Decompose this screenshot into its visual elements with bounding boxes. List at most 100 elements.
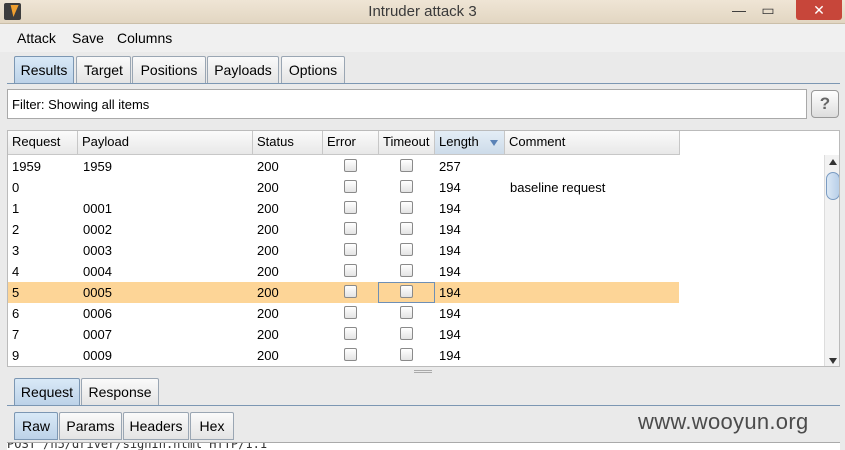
cell-length: 194: [439, 201, 461, 216]
filter-text: Filter: Showing all items: [12, 97, 150, 112]
error-checkbox[interactable]: [344, 243, 357, 256]
menu-attack[interactable]: Attack: [17, 30, 56, 46]
table-row[interactable]: 6 0006 200 194: [8, 303, 679, 324]
tab-positions[interactable]: Positions: [132, 56, 206, 84]
table-vertical-scrollbar[interactable]: [824, 155, 839, 366]
cell-payload: 0009: [83, 348, 112, 363]
table-row[interactable]: 7 0007 200 194: [8, 324, 679, 345]
timeout-checkbox[interactable]: [400, 159, 413, 172]
table-row[interactable]: 1959 1959 200 257: [8, 156, 679, 177]
watermark-text: www.wooyun.org: [638, 409, 809, 434]
focused-cell-outline: [378, 282, 435, 303]
cell-request: 3: [12, 243, 20, 258]
error-checkbox[interactable]: [344, 264, 357, 277]
cell-status: 200: [257, 159, 279, 174]
menu-bar: Attack Save Columns: [0, 24, 845, 52]
detail-tabs-divider: [7, 405, 840, 406]
error-checkbox[interactable]: [344, 180, 357, 193]
table-row[interactable]: 0 200 194 baseline request: [8, 177, 679, 198]
column-header-error[interactable]: Error: [323, 131, 379, 155]
tab-hex[interactable]: Hex: [190, 412, 234, 440]
column-header-payload[interactable]: Payload: [78, 131, 253, 155]
cell-payload: 0002: [83, 222, 112, 237]
cell-status: 200: [257, 222, 279, 237]
cell-status: 200: [257, 264, 279, 279]
tab-response[interactable]: Response: [81, 378, 159, 406]
cell-length: 194: [439, 222, 461, 237]
cell-request: 7: [12, 327, 20, 342]
tab-payloads[interactable]: Payloads: [207, 56, 279, 84]
cell-length: 194: [439, 327, 461, 342]
column-header-timeout[interactable]: Timeout: [379, 131, 435, 155]
error-checkbox[interactable]: [344, 222, 357, 235]
timeout-checkbox[interactable]: [400, 327, 413, 340]
scroll-down-icon[interactable]: [829, 358, 837, 364]
cell-payload: 1959: [83, 159, 112, 174]
cell-length: 194: [439, 243, 461, 258]
column-header-request[interactable]: Request: [8, 131, 78, 155]
column-header-status[interactable]: Status: [253, 131, 323, 155]
tab-params[interactable]: Params: [59, 412, 122, 440]
table-row[interactable]: 3 0003 200 194: [8, 240, 679, 261]
scroll-thumb[interactable]: [826, 172, 839, 200]
cell-length: 194: [439, 264, 461, 279]
error-checkbox[interactable]: [344, 201, 357, 214]
main-tabs-divider: [7, 83, 840, 84]
menu-columns[interactable]: Columns: [117, 30, 172, 46]
tab-options[interactable]: Options: [281, 56, 345, 84]
timeout-checkbox[interactable]: [400, 243, 413, 256]
help-button[interactable]: ?: [811, 90, 839, 118]
results-table: Request Payload Status Error Timeout Len…: [7, 130, 840, 367]
column-header-length[interactable]: Length: [435, 131, 505, 155]
cell-request: 2: [12, 222, 20, 237]
cell-request: 0: [12, 180, 20, 195]
cell-payload: 0003: [83, 243, 112, 258]
error-checkbox[interactable]: [344, 348, 357, 361]
table-row[interactable]: 1 0001 200 194: [8, 198, 679, 219]
cell-status: 200: [257, 285, 279, 300]
menu-save[interactable]: Save: [72, 30, 104, 46]
timeout-checkbox[interactable]: [400, 222, 413, 235]
cell-length: 194: [439, 306, 461, 321]
timeout-checkbox[interactable]: [400, 180, 413, 193]
maximize-button[interactable]: ▭: [754, 0, 782, 20]
table-row[interactable]: 2 0002 200 194: [8, 219, 679, 240]
cell-length: 194: [439, 180, 461, 195]
tab-headers[interactable]: Headers: [123, 412, 189, 440]
tab-request[interactable]: Request: [14, 378, 80, 406]
column-header-length-label: Length: [439, 134, 479, 149]
tab-target[interactable]: Target: [76, 56, 131, 84]
raw-request-editor[interactable]: POST /h5/driver/signIn.html HTTP/1.1: [7, 442, 840, 450]
scroll-up-icon[interactable]: [829, 159, 837, 165]
timeout-checkbox[interactable]: [400, 201, 413, 214]
timeout-checkbox[interactable]: [400, 264, 413, 277]
tab-raw[interactable]: Raw: [14, 412, 58, 440]
cell-payload: 0007: [83, 327, 112, 342]
splitter-grip-icon[interactable]: [414, 370, 432, 373]
cell-length: 194: [439, 285, 461, 300]
raw-request-line: POST /h5/driver/signIn.html HTTP/1.1: [7, 442, 268, 450]
table-row[interactable]: 5 0005 200 194: [8, 282, 679, 303]
cell-status: 200: [257, 243, 279, 258]
pane-splitter[interactable]: [7, 368, 840, 376]
cell-payload: 0004: [83, 264, 112, 279]
error-checkbox[interactable]: [344, 306, 357, 319]
cell-request: 5: [12, 285, 20, 300]
timeout-checkbox[interactable]: [400, 348, 413, 361]
table-row[interactable]: 4 0004 200 194: [8, 261, 679, 282]
filter-bar[interactable]: Filter: Showing all items: [7, 89, 807, 119]
cell-length: 194: [439, 348, 461, 363]
table-row[interactable]: 9 0009 200 194: [8, 345, 679, 366]
error-checkbox[interactable]: [344, 159, 357, 172]
error-checkbox[interactable]: [344, 285, 357, 298]
column-header-comment[interactable]: Comment: [505, 131, 680, 155]
timeout-checkbox[interactable]: [400, 306, 413, 319]
cell-status: 200: [257, 348, 279, 363]
cell-status: 200: [257, 327, 279, 342]
close-button[interactable]: ✕: [796, 0, 842, 20]
tab-results[interactable]: Results: [14, 56, 74, 84]
cell-payload: 0006: [83, 306, 112, 321]
error-checkbox[interactable]: [344, 327, 357, 340]
cell-status: 200: [257, 201, 279, 216]
minimize-button[interactable]: —: [726, 0, 752, 20]
